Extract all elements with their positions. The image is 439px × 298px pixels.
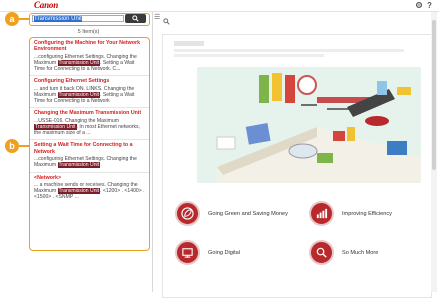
callout-b: b: [5, 139, 19, 153]
search-button[interactable]: [125, 14, 146, 23]
content-page: Going Green and Saving Money Improving E…: [162, 34, 432, 298]
result-title[interactable]: Changing the Maximum Transmission Unit: [34, 110, 145, 116]
chart-icon: [309, 201, 334, 226]
result-snippet: ...USSE-016. Changing the Maximum Transm…: [34, 117, 140, 137]
search-query-text: Transmission Unit: [34, 16, 82, 22]
callout-a: a: [5, 12, 19, 26]
results-count: 5 Item(s): [77, 29, 100, 35]
scrollbar-thumb[interactable]: [432, 20, 436, 170]
result-title[interactable]: <Network>: [34, 175, 145, 181]
tile-going-green[interactable]: Going Green and Saving Money: [175, 201, 288, 226]
list-item[interactable]: Changing the Maximum Transmission Unit .…: [30, 108, 149, 141]
search-bar: Transmission Unit: [29, 13, 150, 26]
monitor-icon: [175, 240, 200, 265]
result-title[interactable]: Configuring Ethernet Settings: [34, 78, 145, 84]
page-header: [174, 41, 204, 46]
result-snippet: ...configuring Ethernet Settings. Changi…: [34, 156, 137, 169]
list-item[interactable]: Configuring Ethernet Settings ... and tu…: [30, 76, 149, 109]
magnifier-icon: [309, 240, 334, 265]
menu-icon[interactable]: ☰: [154, 13, 160, 21]
main-content: ☰ Going Green and Saving Money Improving…: [153, 12, 439, 298]
tile-label: Going Green and Saving Money: [208, 210, 288, 217]
results-list: Configuring the Machine for Your Network…: [29, 37, 150, 251]
gear-icon[interactable]: [415, 1, 423, 11]
tile-so-much-more[interactable]: So Much More: [309, 240, 378, 265]
page-intro-line: [174, 54, 324, 57]
tile-label: So Much More: [342, 249, 379, 256]
tile-improving-efficiency[interactable]: Improving Efficiency: [309, 201, 392, 226]
help-icon[interactable]: ?: [427, 1, 432, 10]
tile-going-digital[interactable]: Going Digital: [175, 240, 240, 265]
callout-a-line: [19, 18, 29, 20]
leaf-icon: [175, 201, 200, 226]
result-title[interactable]: Configuring the Machine for Your Network…: [34, 40, 145, 53]
list-item[interactable]: Setting a Wait Time for Connecting to a …: [30, 140, 149, 173]
result-snippet: ... a machine sends or receives. Changin…: [34, 182, 145, 201]
callout-b-line: [19, 145, 29, 147]
list-item[interactable]: Configuring the Machine for Your Network…: [30, 38, 149, 77]
content-toolbar: ☰: [153, 12, 439, 25]
result-snippet: ... and turn it back ON. LINKS. Changing…: [34, 85, 135, 105]
tile-label: Improving Efficiency: [342, 210, 392, 217]
zoom-icon[interactable]: [163, 12, 170, 30]
search-icon: [132, 15, 139, 22]
top-bar: Canon ?: [0, 0, 439, 12]
result-title[interactable]: Setting a Wait Time for Connecting to a …: [34, 142, 145, 155]
search-input[interactable]: Transmission Unit: [32, 15, 124, 22]
result-snippet: ...configuring Ethernet Settings. Changi…: [34, 53, 137, 73]
list-item[interactable]: <Network> ... a machine sends or receive…: [30, 173, 149, 204]
tile-label: Going Digital: [208, 249, 241, 256]
hero-illustration: [197, 67, 421, 183]
page-intro-line: [174, 49, 404, 52]
brand-logo: Canon: [34, 0, 59, 10]
